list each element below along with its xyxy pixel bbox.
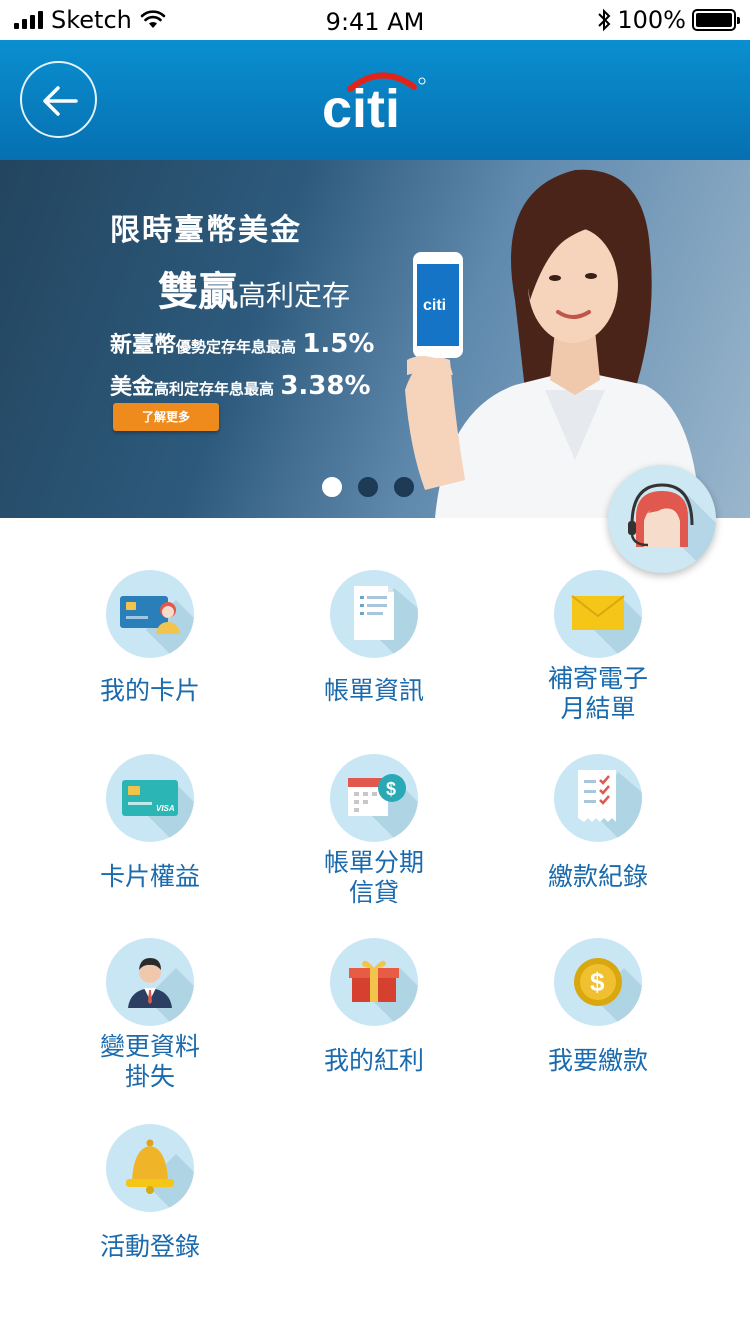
visa-card-icon: VISA — [106, 754, 194, 842]
back-button[interactable] — [20, 61, 97, 138]
dollar-coin-icon: $ — [554, 938, 642, 1026]
menu-item-installment-loan[interactable]: $ 帳單分期 信貸 — [274, 754, 474, 924]
businessman-icon — [106, 938, 194, 1026]
banner-twd-rate: 新臺幣優勢定存年息最高 1.5% — [110, 329, 375, 359]
carousel-dot-2[interactable] — [358, 477, 378, 497]
checklist-receipt-icon — [554, 754, 642, 842]
banner-text: 限時臺幣美金 雙贏高利定存 新臺幣優勢定存年息最高 1.5% 美金高利定存年息最… — [110, 205, 374, 401]
menu-label: 活動登錄 — [99, 1232, 200, 1261]
svg-text:$: $ — [386, 779, 396, 799]
battery-percent: 100% — [617, 6, 686, 34]
menu-label: 變更資料 掛失 — [99, 1032, 200, 1091]
status-right: 100% — [597, 6, 740, 34]
status-bar: Sketch 9:41 AM 100% — [0, 0, 750, 40]
envelope-icon — [554, 570, 642, 658]
menu-item-change-info-report-loss[interactable]: 變更資料 掛失 — [50, 938, 250, 1108]
learn-more-button[interactable]: 了解更多 — [113, 403, 219, 431]
battery-level — [696, 13, 732, 27]
menu-label: 繳款紀錄 — [547, 862, 648, 891]
citi-logo: citi — [322, 72, 426, 135]
customer-service-button[interactable] — [608, 465, 716, 573]
carousel-dot-1[interactable] — [322, 477, 342, 497]
banner-subheadline: 雙贏高利定存 — [158, 269, 351, 315]
credit-card-person-icon — [106, 570, 194, 658]
bell-icon — [106, 1124, 194, 1212]
app-header: citi — [0, 40, 750, 160]
gift-box-icon — [330, 938, 418, 1026]
menu-item-card-benefits[interactable]: VISA 卡片權益 — [50, 754, 250, 924]
menu-item-my-rewards[interactable]: 我的紅利 — [274, 938, 474, 1108]
menu-item-resend-estatement[interactable]: 補寄電子 月結單 — [498, 570, 698, 740]
carousel-indicators — [322, 477, 414, 497]
menu-label: 我的紅利 — [323, 1046, 424, 1075]
menu-item-make-payment[interactable]: $ 我要繳款 — [498, 938, 698, 1108]
svg-text:$: $ — [590, 967, 605, 997]
calendar-dollar-icon: $ — [330, 754, 418, 842]
headset-agent-icon — [628, 483, 716, 573]
bluetooth-icon — [598, 8, 611, 32]
banner-usd-rate: 美金高利定存年息最高 3.38% — [110, 371, 371, 401]
menu-item-event-registration[interactable]: 活動登錄 — [50, 1124, 250, 1294]
menu-label: 帳單分期 信貸 — [323, 848, 424, 907]
document-icon — [330, 570, 418, 658]
menu-label: 我要繳款 — [547, 1046, 648, 1075]
carousel-dot-3[interactable] — [394, 477, 414, 497]
menu-label: 卡片權益 — [99, 862, 200, 891]
svg-text:VISA: VISA — [156, 804, 175, 813]
arrow-left-icon — [43, 86, 78, 116]
menu-label: 我的卡片 — [99, 676, 200, 705]
menu-item-payment-records[interactable]: 繳款紀錄 — [498, 754, 698, 924]
menu-label: 補寄電子 月結單 — [547, 664, 648, 723]
battery-icon — [692, 9, 740, 31]
menu-item-my-cards[interactable]: 我的卡片 — [50, 570, 250, 740]
menu-label: 帳單資訊 — [323, 676, 424, 705]
phone-logo: citi — [423, 297, 446, 314]
logo-text: citi — [322, 79, 400, 135]
menu-item-bill-info[interactable]: 帳單資訊 — [274, 570, 474, 740]
promo-banner[interactable]: 限時臺幣美金 雙贏高利定存 新臺幣優勢定存年息最高 1.5% 美金高利定存年息最… — [0, 160, 750, 518]
banner-headline: 限時臺幣美金 — [110, 213, 302, 248]
